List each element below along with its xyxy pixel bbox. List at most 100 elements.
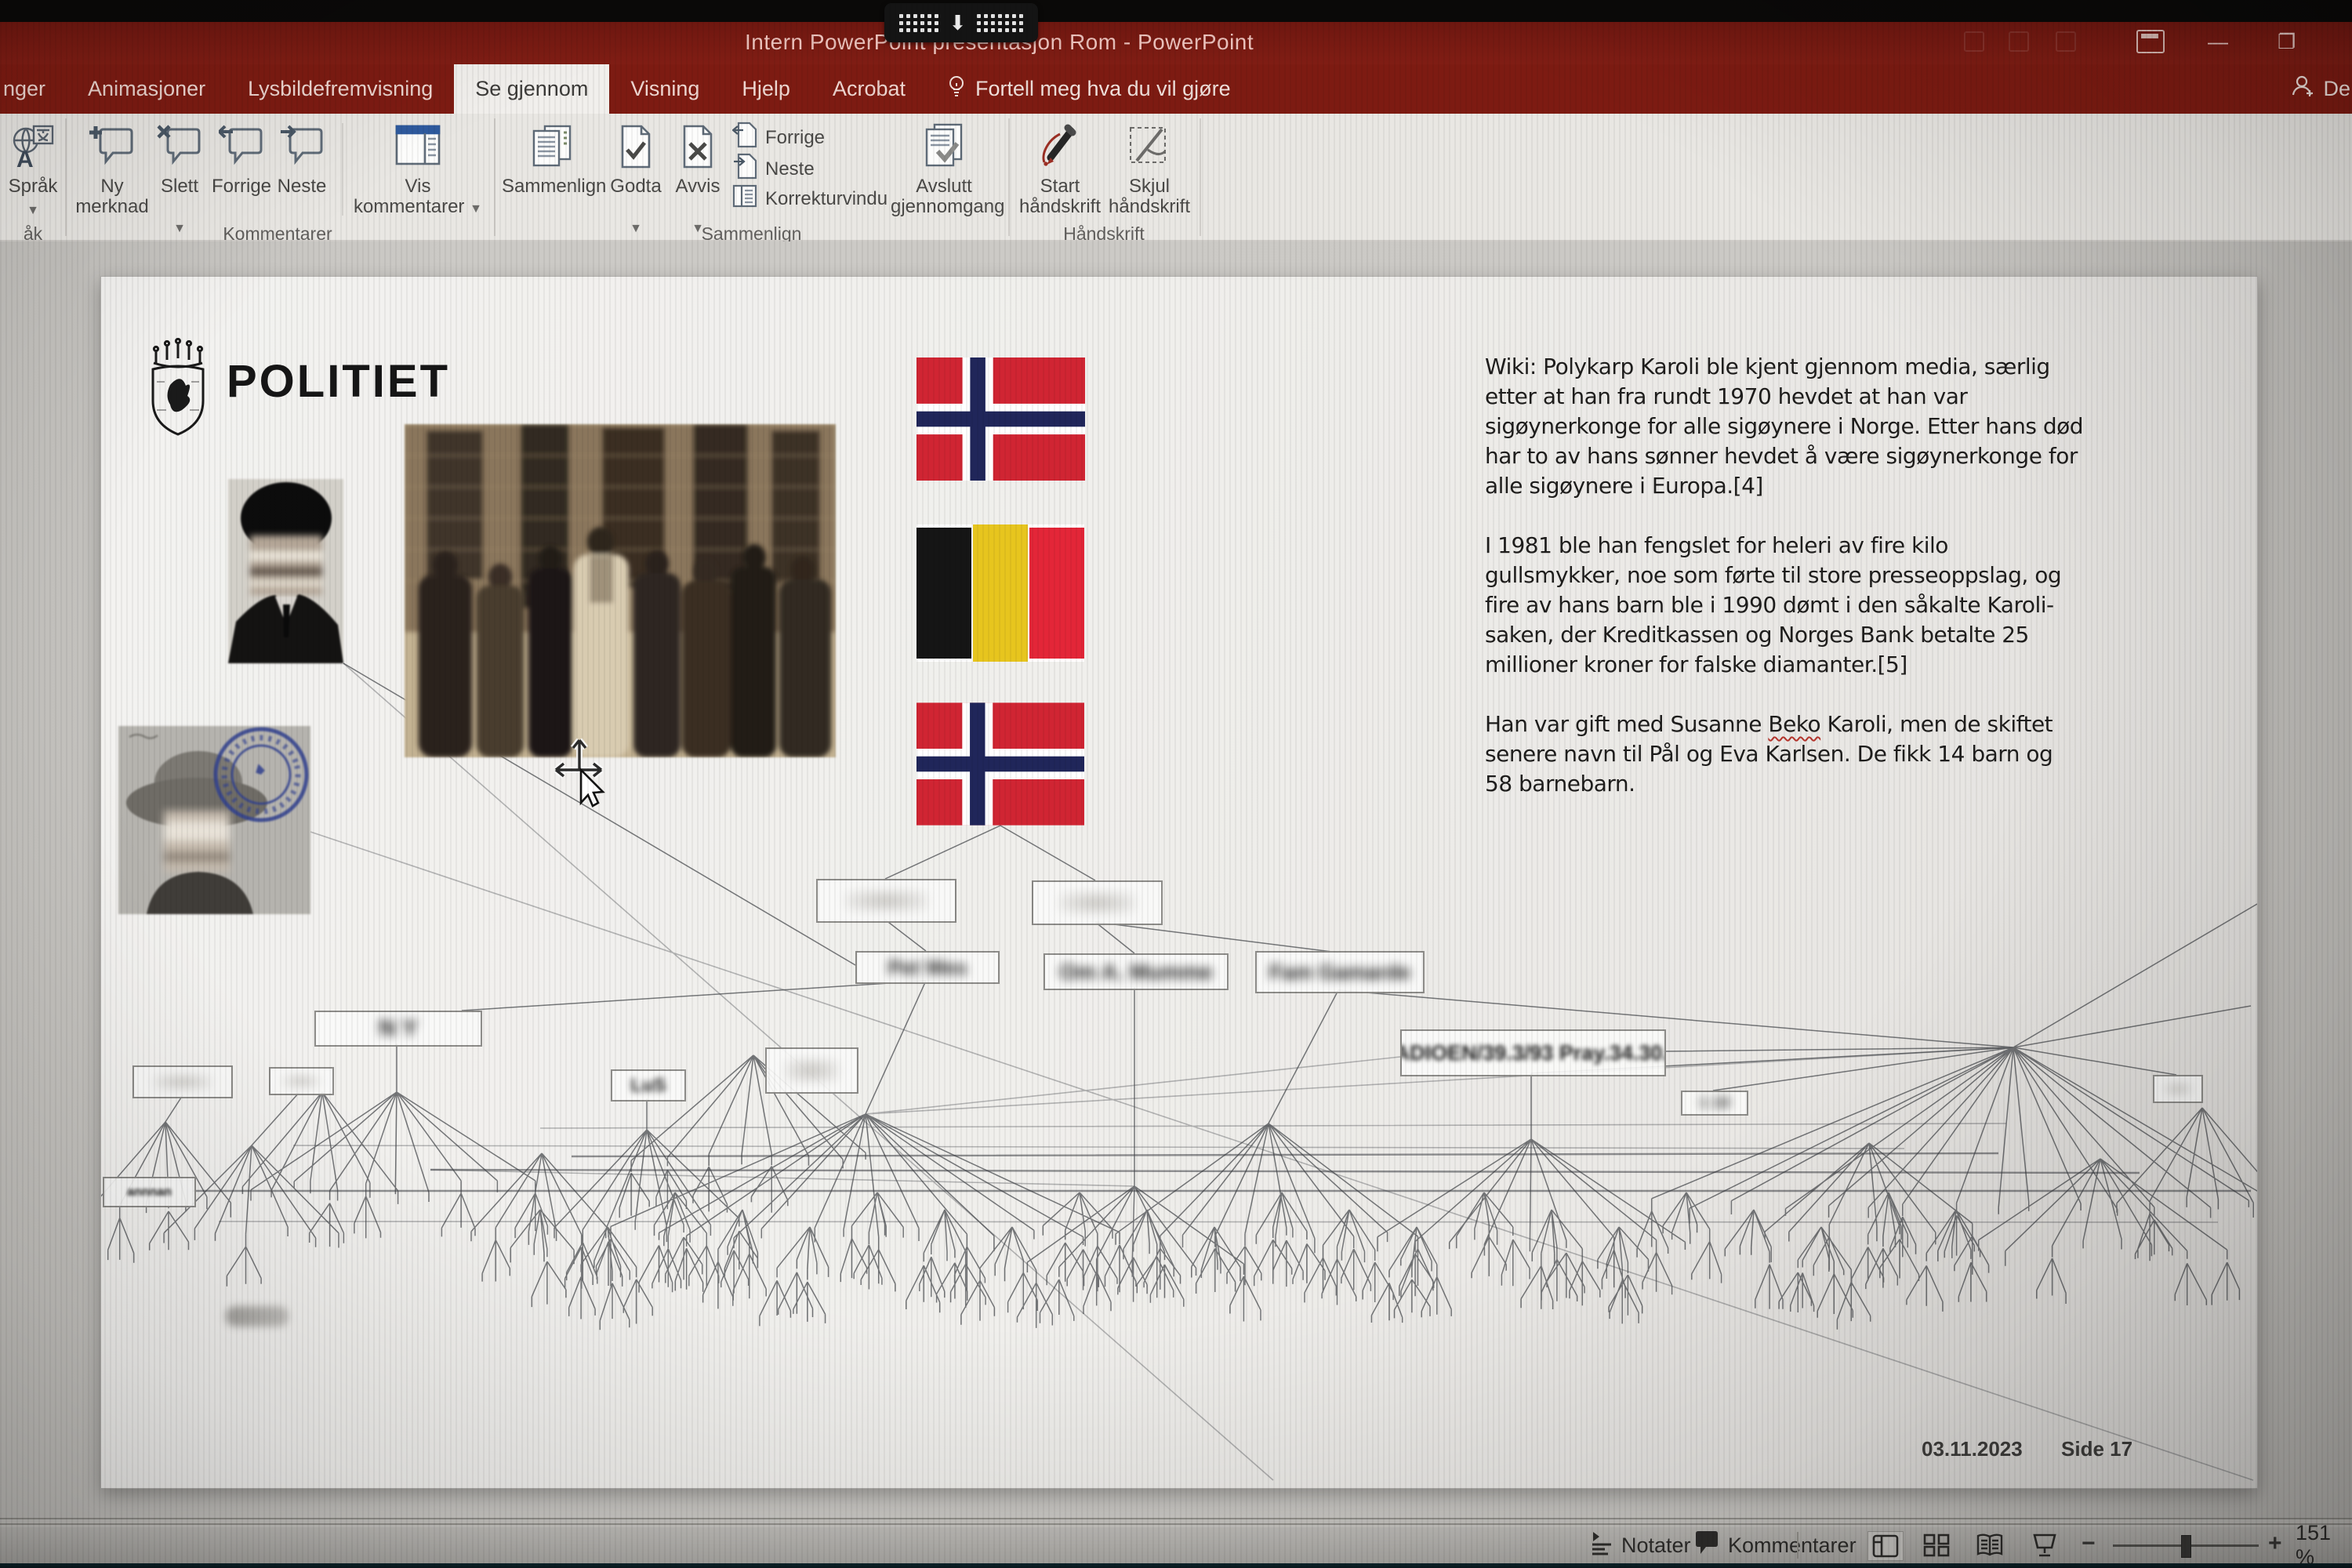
tree-box-empty[interactable] — [132, 1065, 233, 1098]
politiet-emblem[interactable] — [146, 338, 210, 442]
titlebar: Intern PowerPoint presentasjon Rom - Pow… — [0, 22, 2352, 64]
tree-box-long-blurred[interactable]: RADIOEN/39.3/93 Pray.34.30.LI — [1400, 1029, 1666, 1076]
minimize-icon[interactable]: — — [2208, 31, 2228, 52]
tree-box-blurred[interactable]: 1 10 — [1681, 1091, 1748, 1116]
group-photo[interactable] — [405, 424, 836, 761]
sprak-button[interactable]: A Språk ▼ — [3, 114, 63, 222]
wiki-paragraph-1: Wiki: Polykarp Karoli ble kjent gjennom … — [1485, 352, 2218, 501]
kommentarer-button[interactable]: Kommentarer — [1693, 1527, 1857, 1563]
workspace: POLITIET — [0, 241, 2352, 1519]
norway-flag-2[interactable] — [916, 702, 1084, 829]
overlay-dock[interactable]: ⬇ — [884, 3, 1038, 42]
ny-merknad-button[interactable]: Ny merknad — [75, 114, 149, 222]
zoom-level[interactable]: 151 % — [2296, 1527, 2352, 1563]
vis-kommentarer-button[interactable]: Vis kommentarer ▼ — [351, 114, 485, 222]
avvis-label: Avvis — [670, 176, 726, 197]
avvis-button[interactable]: Avvis ▼ — [670, 114, 726, 222]
reading-view-button[interactable] — [1973, 1531, 2007, 1559]
godta-button[interactable]: Godta ▼ — [605, 114, 666, 222]
tab-acrobat[interactable]: Acrobat — [811, 64, 927, 114]
p3-before: Han var gift med Susanne — [1485, 711, 1768, 737]
ribbon-display-options-icon[interactable] — [2136, 30, 2165, 53]
tab-lysbildefremvisning[interactable]: Lysbildefremvisning — [227, 64, 454, 114]
tree-box-empty[interactable] — [1032, 880, 1163, 925]
tree-box-blurred[interactable]: Pet Wes — [855, 951, 1000, 984]
start-handskrift-label2: håndskrift — [1018, 197, 1102, 217]
forrige-kommentar-button[interactable]: Forrige — [212, 114, 271, 222]
tree-box-blurred[interactable]: N Y — [314, 1011, 482, 1047]
tree-box-blurred[interactable]: Fam Gamarde — [1255, 951, 1425, 993]
normal-view-button[interactable] — [1867, 1531, 1904, 1561]
tab-overganger[interactable]: nger — [0, 64, 67, 114]
quick-access-icon[interactable] — [2056, 31, 2076, 52]
start-ink-icon — [1036, 123, 1083, 176]
quick-access-icon[interactable] — [1964, 31, 1984, 52]
avslutt-gjennomgang-button[interactable]: Avslutt gjennomgang — [891, 114, 997, 222]
translate-icon: A — [10, 123, 56, 176]
tab-animasjoner[interactable]: Animasjoner — [67, 64, 227, 114]
wiki-textbox[interactable]: Wiki: Polykarp Karoli ble kjent gjennom … — [1485, 352, 2218, 799]
sammenlign-label: Sammenlign — [502, 176, 602, 197]
tree-box-empty[interactable] — [2153, 1075, 2203, 1103]
tree-box-blurred[interactable]: annnan — [103, 1177, 196, 1207]
comment-prev-icon — [219, 123, 264, 172]
slide-canvas[interactable]: POLITIET — [100, 276, 2258, 1489]
tab-visning[interactable]: Visning — [609, 64, 720, 114]
avslutt-label1: Avslutt — [891, 176, 997, 197]
slide-date: 03.11.2023 — [1922, 1437, 2023, 1461]
forrige-endring-label: Forrige — [765, 127, 825, 149]
separator — [342, 123, 343, 216]
tree-box-blurred[interactable]: Om A. Mumme — [1044, 953, 1229, 990]
slett-button[interactable]: Slett ▼ — [154, 114, 205, 222]
zoom-out-icon[interactable]: − — [2082, 1530, 2096, 1557]
group-separator — [1200, 118, 1201, 236]
skjul-handskrift-button[interactable]: Skjul håndskrift — [1105, 114, 1193, 222]
norway-flag[interactable] — [916, 358, 1085, 485]
slett-label: Slett — [154, 176, 205, 197]
neste-kommentar-button[interactable]: Neste — [276, 114, 328, 222]
share-label: De — [2323, 77, 2350, 101]
korrekturvindu-label: Korrekturvindu — [765, 188, 887, 210]
mouse-cursor — [548, 735, 623, 815]
chevron-down-icon: ▼ — [470, 202, 482, 216]
chevron-down-icon: ▼ — [27, 204, 39, 217]
lightbulb-icon — [946, 74, 967, 103]
zoom-in-icon[interactable]: + — [2268, 1530, 2282, 1557]
share-button[interactable]: De — [2290, 64, 2352, 114]
tree-box-blurred[interactable]: LuS — [611, 1069, 686, 1102]
passport-photo[interactable] — [118, 726, 310, 918]
ny-merknad-label1: Ny — [75, 176, 149, 197]
misspelled-word: Beko — [1768, 711, 1820, 737]
tree-box-empty[interactable] — [765, 1047, 858, 1094]
tree-box-empty[interactable] — [269, 1067, 334, 1095]
godta-label: Godta — [605, 176, 666, 197]
politiet-wordmark[interactable]: POLITIET — [227, 355, 450, 408]
korrekturvindu-button[interactable]: Korrekturvindu — [732, 184, 887, 213]
sammenlign-button[interactable]: Sammenlign — [502, 114, 602, 222]
tell-me-box[interactable]: Fortell meg hva du vil gjøre — [927, 64, 1250, 114]
arrow-cursor — [581, 770, 603, 806]
slide-sorter-button[interactable] — [1919, 1531, 1954, 1559]
belgium-flag[interactable] — [916, 524, 1084, 666]
sprak-label: Språk — [3, 176, 63, 197]
dock-dots-right-icon — [977, 14, 1023, 32]
tab-hjelp[interactable]: Hjelp — [720, 64, 811, 114]
forrige-endring-button[interactable]: Forrige — [732, 122, 825, 154]
restore-icon[interactable]: ❐ — [2278, 31, 2296, 52]
comment-add-icon — [89, 123, 135, 172]
group-separator — [65, 118, 67, 236]
hide-ink-icon — [1126, 123, 1173, 176]
slideshow-button[interactable] — [2027, 1531, 2062, 1559]
statusbar: Notater Kommentarer − + 151 % — [0, 1527, 2352, 1563]
tab-se-gjennom[interactable]: Se gjennom — [454, 64, 609, 114]
group-separator — [494, 118, 495, 236]
tree-box-empty[interactable] — [816, 879, 956, 923]
forrige-label: Forrige — [212, 176, 271, 197]
neste-endring-button[interactable]: Neste — [732, 153, 815, 185]
end-review-icon — [920, 123, 967, 176]
quick-access-icon[interactable] — [2009, 31, 2029, 52]
start-handskrift-button[interactable]: Start håndskrift — [1018, 114, 1102, 222]
zoom-slider-thumb[interactable] — [2181, 1535, 2191, 1558]
notater-button[interactable]: Notater — [1590, 1527, 1691, 1563]
portrait-photo[interactable] — [228, 479, 343, 667]
